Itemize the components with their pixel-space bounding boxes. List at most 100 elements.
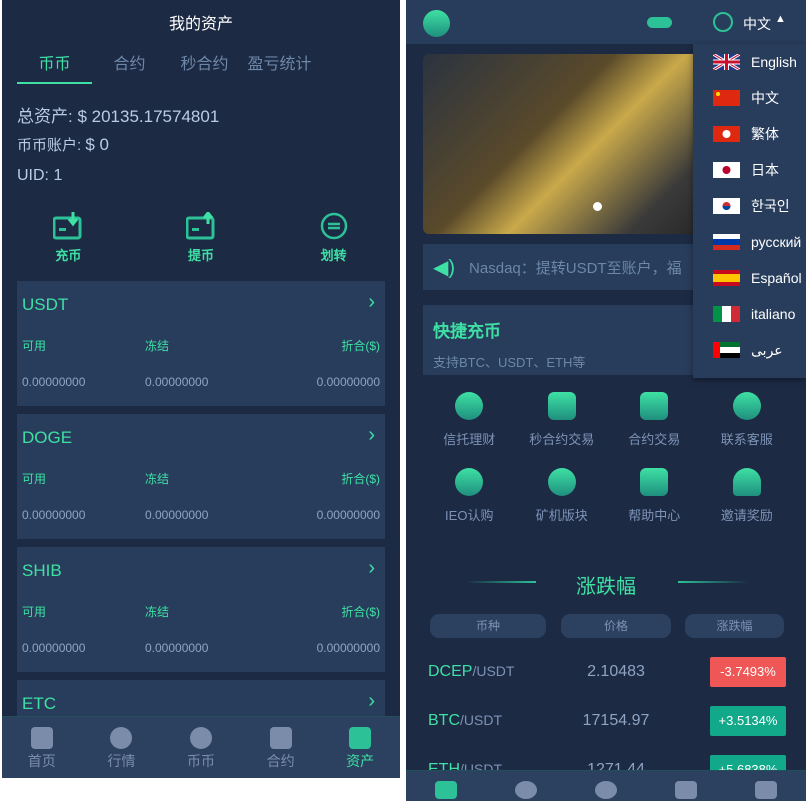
bottom-nav: 首页 行情 币币 合约 资产 bbox=[2, 716, 400, 778]
nav-spot[interactable]: 币币 bbox=[166, 717, 236, 778]
theme-toggle[interactable] bbox=[647, 17, 672, 28]
nav-contract[interactable]: 合约 bbox=[246, 717, 316, 778]
withdraw-button[interactable]: 提币 bbox=[151, 212, 251, 264]
change-badge: +3.5134% bbox=[710, 706, 786, 736]
lang-spanish[interactable]: Español bbox=[693, 260, 806, 296]
frozen-value: 0.00000000 bbox=[145, 375, 209, 389]
uk-flag-icon bbox=[713, 54, 740, 70]
available-label: 可用 bbox=[22, 605, 47, 619]
spain-flag-icon bbox=[713, 270, 740, 286]
market-row[interactable]: DCEP/USDT 2.10483 -3.7493% bbox=[406, 653, 806, 693]
carousel-dot[interactable] bbox=[593, 202, 602, 211]
feature-grid: 信托理财 秒合约交易 合约交易 联系客服 IEO认购 矿机版块 帮助中心 邀请奖… bbox=[423, 392, 793, 524]
grid-customer-service[interactable]: 联系客服 bbox=[701, 392, 794, 448]
document-icon bbox=[269, 727, 292, 749]
globe-icon[interactable] bbox=[713, 12, 733, 32]
asset-card-shib[interactable]: SHIB › 可用 冻结 折合($) 0.00000000 0.00000000 0.00… bbox=[17, 547, 385, 672]
grid-second-contract[interactable]: 秒合约交易 bbox=[516, 392, 609, 448]
grid-mining[interactable]: 矿机版块 bbox=[516, 468, 609, 524]
assets-page: 我的资产 币币 合约 秒合约 盈亏统计 总资产: $ 20135.1757480… bbox=[2, 0, 400, 778]
lang-label: Español bbox=[751, 270, 802, 286]
nav-assets[interactable] bbox=[731, 771, 801, 801]
tab-second-contract[interactable]: 秒合约 bbox=[167, 50, 242, 84]
equivalent-value: 0.00000000 bbox=[316, 641, 380, 655]
grid-label: 信托理财 bbox=[443, 432, 496, 447]
grid-ieo[interactable]: IEO认购 bbox=[423, 468, 516, 524]
lang-chinese[interactable]: 中文 bbox=[693, 80, 806, 116]
asset-card-doge[interactable]: DOGE › 可用 冻结 折合($) 0.00000000 0.00000000 0.00… bbox=[17, 414, 385, 539]
refresh-dollar-icon bbox=[547, 468, 576, 496]
deposit-button[interactable]: 充币 bbox=[18, 212, 118, 264]
coin-name: USDT bbox=[22, 295, 69, 314]
coin-icon bbox=[189, 727, 212, 749]
nav-market[interactable]: 行情 bbox=[86, 717, 156, 778]
nav-home[interactable]: 首页 bbox=[7, 717, 77, 778]
price: 2.10483 bbox=[587, 663, 645, 680]
bottom-nav bbox=[406, 770, 806, 801]
total-assets: 总资产: $ 20135.17574801 bbox=[17, 102, 219, 127]
avatar-icon[interactable] bbox=[423, 10, 450, 37]
wallet-icon bbox=[349, 727, 372, 749]
italy-flag-icon bbox=[713, 306, 740, 322]
lang-label: English bbox=[751, 54, 797, 70]
transfer-button[interactable]: 划转 bbox=[284, 212, 384, 264]
lang-korean[interactable]: 한국인 bbox=[693, 188, 806, 224]
nav-market[interactable] bbox=[491, 771, 561, 801]
coin-name: DOGE bbox=[22, 428, 73, 447]
account-value: $ 0 bbox=[85, 135, 109, 154]
equivalent-label: 折合($) bbox=[341, 472, 380, 486]
equivalent-label: 折合($) bbox=[341, 339, 380, 353]
notice-bar[interactable]: ◀) Nasdaq：提转USDT至账户，福 bbox=[423, 244, 723, 290]
uid: UID: 1 bbox=[17, 167, 62, 185]
frozen-value: 0.00000000 bbox=[145, 508, 209, 522]
banner-image[interactable] bbox=[423, 54, 723, 234]
lang-english[interactable]: English bbox=[693, 44, 806, 80]
grid-contract-trade[interactable]: 合约交易 bbox=[608, 392, 701, 448]
asset-card-usdt[interactable]: USDT › 可用 冻结 折合($) 0.00000000 0.00000000 0.00… bbox=[17, 281, 385, 406]
lang-arabic[interactable]: عربى bbox=[693, 332, 806, 368]
nav-spot[interactable] bbox=[571, 771, 641, 801]
lang-russian[interactable]: русский bbox=[693, 224, 806, 260]
chevron-right-icon: › bbox=[368, 291, 375, 313]
tab-contract[interactable]: 合约 bbox=[92, 50, 167, 84]
hongkong-flag-icon bbox=[713, 126, 740, 142]
market-row[interactable]: BTC/USDT 17154.97 +3.5134% bbox=[406, 702, 806, 742]
account-label: 币币账户: bbox=[17, 137, 82, 154]
total-label: 总资产: bbox=[17, 107, 73, 126]
grid-help-center[interactable]: 帮助中心 bbox=[608, 468, 701, 524]
grid-invite-reward[interactable]: 邀请奖励 bbox=[701, 468, 794, 524]
market-icon bbox=[110, 727, 133, 749]
coin-name: SHIB bbox=[22, 561, 62, 580]
header: 中文 ▲ bbox=[406, 0, 806, 44]
korea-flag-icon bbox=[713, 198, 740, 214]
asset-tabs: 币币 合约 秒合约 盈亏统计 bbox=[17, 50, 317, 84]
wallet-icon bbox=[755, 781, 777, 799]
lang-label: 繁体 bbox=[751, 126, 779, 142]
tab-spot[interactable]: 币币 bbox=[17, 50, 92, 84]
lang-traditional[interactable]: 繁体 bbox=[693, 116, 806, 152]
tab-pnl[interactable]: 盈亏统计 bbox=[242, 50, 317, 84]
home-icon bbox=[30, 727, 53, 749]
change-badge: -3.7493% bbox=[710, 657, 786, 687]
chevron-right-icon: › bbox=[368, 424, 375, 446]
nav-assets[interactable]: 资产 bbox=[325, 717, 395, 778]
language-dropdown: English 中文 繁体 日本 한국인 русский Español ita… bbox=[693, 44, 806, 378]
chat-icon bbox=[732, 392, 761, 420]
lang-label: عربى bbox=[751, 341, 783, 358]
nav-home[interactable] bbox=[411, 771, 481, 801]
header-coin: 币种 bbox=[430, 614, 546, 638]
uid-value: 1 bbox=[53, 167, 63, 184]
lang-japanese[interactable]: 日本 bbox=[693, 152, 806, 188]
available-label: 可用 bbox=[22, 472, 47, 486]
lang-italian[interactable]: italiano bbox=[693, 296, 806, 332]
language-selector[interactable]: 中文 bbox=[743, 14, 771, 34]
grid-trust-finance[interactable]: 信托理财 bbox=[423, 392, 516, 448]
caret-up-icon: ▲ bbox=[775, 13, 786, 25]
trust-icon bbox=[455, 392, 484, 420]
grid-label: 矿机版块 bbox=[535, 508, 588, 523]
quick-deposit-card[interactable]: 快捷充币 支持BTC、USDT、ETH等 bbox=[423, 305, 723, 375]
frozen-label: 冻结 bbox=[145, 472, 170, 486]
nav-label: 币币 bbox=[186, 753, 215, 769]
home-icon bbox=[435, 781, 457, 799]
nav-contract[interactable] bbox=[651, 771, 721, 801]
